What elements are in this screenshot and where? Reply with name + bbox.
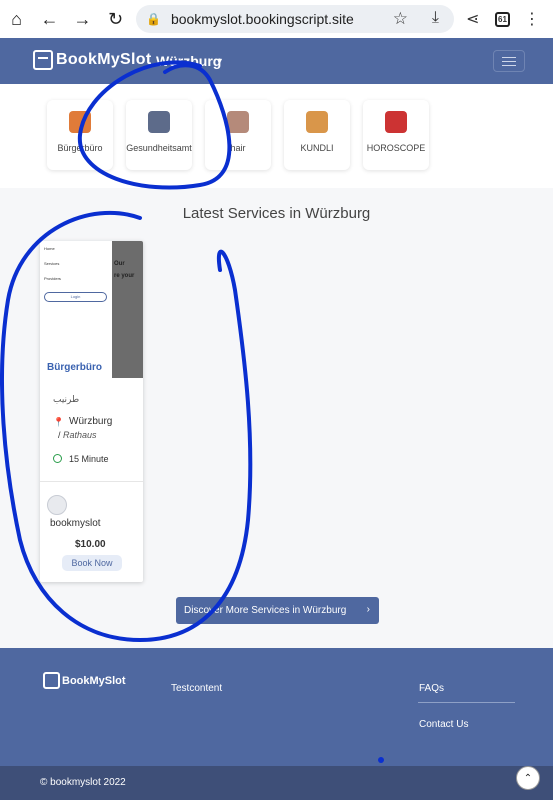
thumb-menu-item: Services — [44, 261, 60, 266]
provider-name: bookmyslot — [50, 518, 101, 529]
logo-text: BookMySlot — [56, 51, 152, 68]
forward-arrow-icon[interactable]: → — [66, 0, 99, 38]
card-divider — [40, 481, 143, 482]
reload-icon[interactable]: ↻ — [99, 0, 132, 38]
provider-avatar — [47, 495, 67, 515]
service-duration: 15 Minute — [69, 454, 109, 464]
service-location-sub: / Rathaus — [58, 430, 97, 440]
url-text: bookmyslot.bookingscript.site — [170, 11, 354, 27]
footer-link-contact[interactable]: Contact Us — [419, 719, 468, 730]
service-thumbnail[interactable]: Home Services Providers Login Our re you… — [40, 241, 143, 378]
category-label: Gesundheitsamt — [126, 143, 192, 153]
location-sub-text: Rathaus — [63, 430, 97, 440]
caret-down-icon[interactable]: ▼ — [215, 56, 224, 66]
address-bar[interactable]: 🔒 bookmyslot.bookingscript.site ☆ ⤓ — [136, 5, 454, 33]
thumb-dark-text: Our — [114, 261, 125, 267]
location-pin-icon: 📍 — [53, 417, 65, 427]
category-label: HOROSCOPE — [366, 143, 426, 153]
discover-more-button[interactable]: Discover More Services in Würzburg › — [176, 597, 379, 624]
category-strip: Bürgerbüro Gesundheitsamt hair KUNDLI HO… — [0, 84, 553, 188]
service-price: $10.00 — [75, 539, 106, 550]
clock-icon — [53, 454, 62, 463]
site-logo[interactable]: BookMySlot — [33, 50, 151, 70]
category-card-hair[interactable]: hair — [205, 100, 271, 170]
section-title: Latest Services in Würzburg — [182, 205, 371, 222]
service-location: Würzburg — [69, 416, 113, 427]
thumb-login-button: Login — [44, 292, 107, 302]
category-image — [69, 111, 91, 133]
category-label: KUNDLI — [300, 143, 334, 153]
service-card[interactable]: Home Services Providers Login Our re you… — [40, 241, 143, 582]
footer-logo-text: BookMySlot — [62, 674, 126, 687]
calendar-logo-icon — [43, 672, 60, 689]
service-name[interactable]: Bürgerbüro — [47, 362, 102, 373]
footer-link-testcontent[interactable]: Testcontent — [171, 683, 222, 694]
book-now-button[interactable]: Book Now — [62, 555, 122, 571]
copyright-text: © bookmyslot 2022 — [40, 777, 126, 788]
browser-actions: ⋖ 61 ⋮ — [466, 0, 553, 38]
share-icon[interactable]: ⋖ — [466, 9, 495, 29]
category-label: hair — [230, 143, 246, 153]
category-card-buergerbuero[interactable]: Bürgerbüro — [47, 100, 113, 170]
category-card-horoscope[interactable]: HOROSCOPE — [363, 100, 429, 170]
home-icon[interactable]: ⌂ — [0, 0, 33, 38]
site-footer: BookMySlot Testcontent FAQs Contact Us — [0, 648, 553, 766]
category-image — [306, 111, 328, 133]
city-selector[interactable]: Würzburg — [156, 53, 221, 69]
scroll-to-top-button[interactable]: ⌃ — [516, 766, 540, 790]
footer-logo[interactable]: BookMySlot — [43, 672, 126, 689]
footer-divider — [418, 702, 515, 703]
back-arrow-icon[interactable]: ← — [33, 0, 66, 38]
bookmark-star-icon[interactable]: ☆ — [393, 9, 408, 29]
menu-toggle-button[interactable] — [493, 50, 525, 72]
tab-count: 61 — [495, 11, 510, 27]
service-tag: طرنيب — [53, 394, 80, 404]
more-menu-icon[interactable]: ⋮ — [524, 9, 553, 29]
chevron-right-icon: › — [366, 604, 370, 615]
copyright-bar: © bookmyslot 2022 — [0, 766, 553, 800]
discover-label: Discover More Services in Würzburg — [184, 605, 347, 616]
category-image — [148, 111, 170, 133]
thumb-dark-text: re your — [114, 273, 135, 279]
category-label: Bürgerbüro — [57, 143, 103, 153]
thumb-menu-item: Home — [44, 246, 55, 251]
category-image — [227, 111, 249, 133]
thumb-menu-item: Providers — [44, 276, 61, 281]
site-navbar: BookMySlot Würzburg ▼ — [0, 38, 553, 84]
download-icon[interactable]: ⤓ — [432, 9, 439, 27]
footer-link-faqs[interactable]: FAQs — [419, 683, 444, 694]
tab-switcher-button[interactable]: 61 — [495, 11, 524, 27]
category-card-kundli[interactable]: KUNDLI — [284, 100, 350, 170]
lock-icon: 🔒 — [146, 12, 161, 26]
calendar-logo-icon — [33, 50, 53, 70]
category-image — [385, 111, 407, 133]
category-card-gesundheitsamt[interactable]: Gesundheitsamt — [126, 100, 192, 170]
